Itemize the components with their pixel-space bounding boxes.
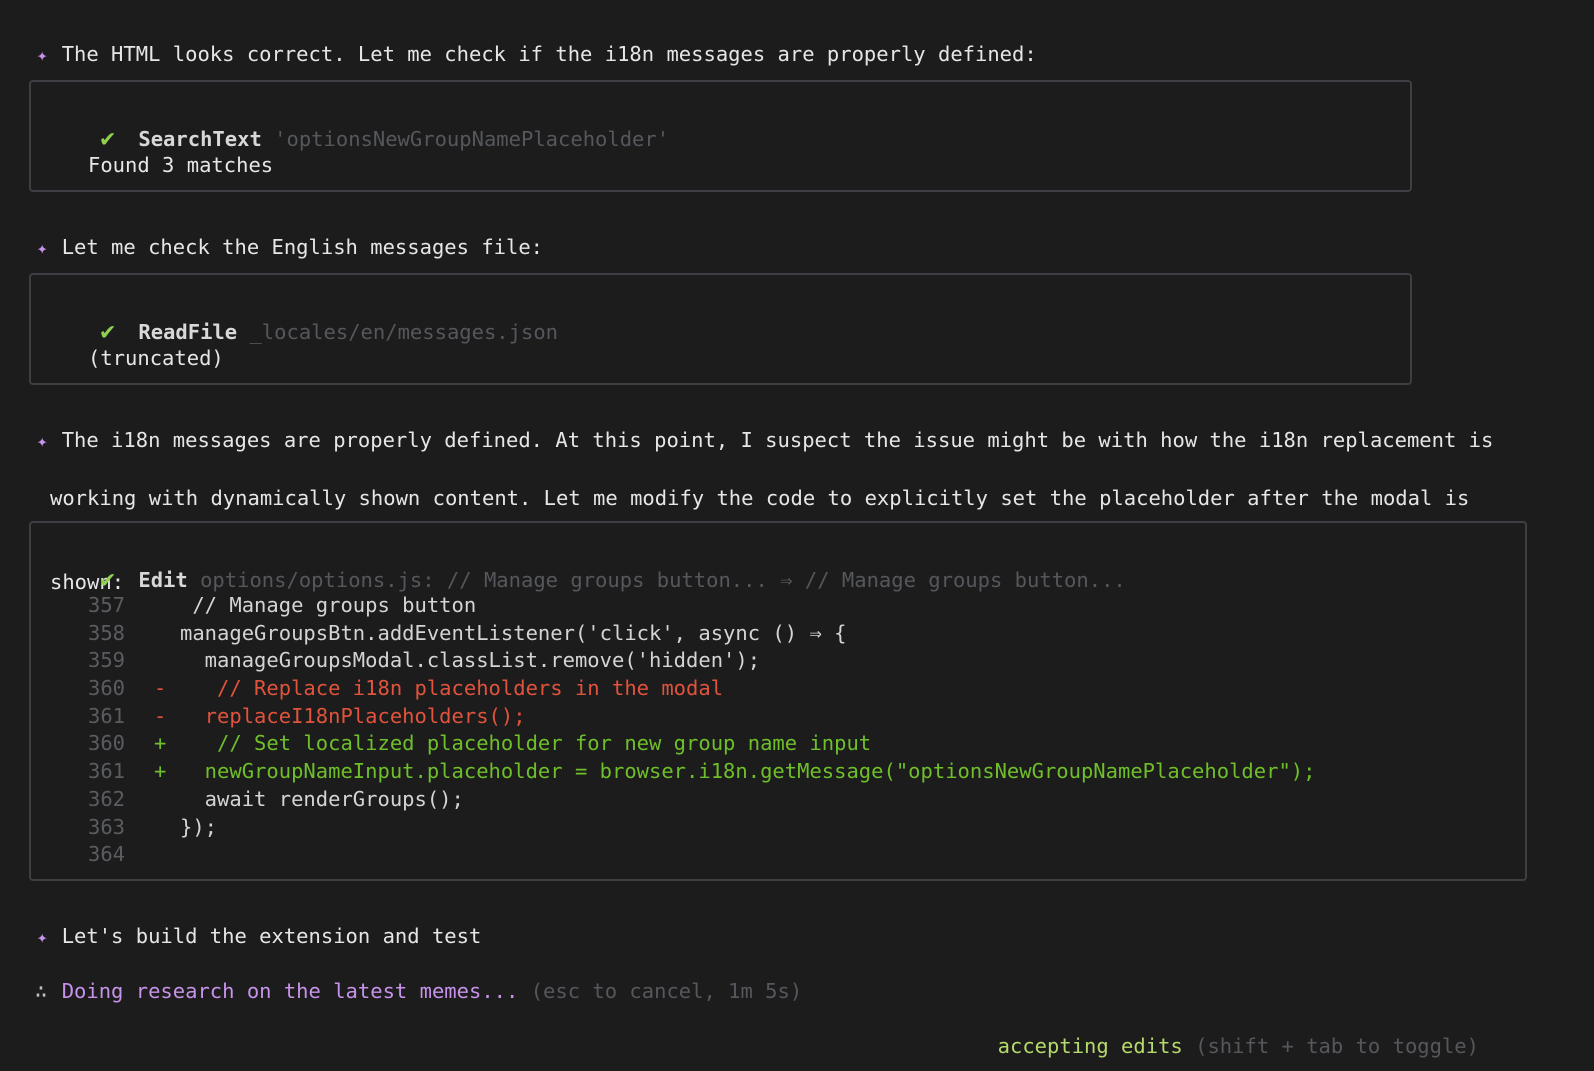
diff-marker: - xyxy=(154,703,167,728)
line-number: 361 xyxy=(88,759,126,784)
diff-line: 364 xyxy=(88,841,1315,869)
assistant-message: ✦ The HTML looks correct. Let me check if… xyxy=(12,12,1572,70)
message-text: The HTML looks correct. Let me check if … xyxy=(61,42,1037,66)
message-text-line: The i18n messages are properly defined. … xyxy=(61,428,1494,452)
diff-marker: + xyxy=(154,731,167,756)
status-hint: (esc to cancel, 1m 5s) xyxy=(530,979,803,1003)
line-number: 361 xyxy=(88,703,126,728)
tool-argument: _locales/en/messages.json xyxy=(249,320,559,344)
diff-line: 360 + // Set localized placeholder for ne… xyxy=(88,730,1315,758)
sparkle-icon: ✦ xyxy=(36,431,48,452)
status-activity: Doing research on the latest memes... xyxy=(61,979,519,1003)
mode-hint: (shift + tab to toggle) xyxy=(1195,1034,1479,1058)
check-icon: ✔ xyxy=(100,317,115,345)
sparkle-icon: ✦ xyxy=(36,238,48,259)
line-number: 363 xyxy=(88,814,126,839)
diff-line: 361 - replaceI18nPlaceholders(); xyxy=(88,703,1315,731)
code-text: newGroupNameInput.placeholder = browser.… xyxy=(180,759,1316,784)
code-text: }); xyxy=(180,814,218,839)
code-text: await renderGroups(); xyxy=(180,786,464,811)
line-number: 357 xyxy=(88,593,126,617)
line-number: 360 xyxy=(88,731,126,756)
diff-line: 363}); xyxy=(88,814,1315,842)
diff-line: 361 + newGroupNameInput.placeholder = bro… xyxy=(88,758,1315,786)
tool-argument: 'optionsNewGroupNamePlaceholder' xyxy=(274,127,670,151)
line-number: 362 xyxy=(88,786,126,811)
assistant-message: ✦ Let me check the English messages file: xyxy=(12,205,1572,263)
mode-label: accepting edits xyxy=(997,1034,1183,1058)
tool-argument: options/options.js: // Manage groups but… xyxy=(200,568,1126,592)
line-number: 358 xyxy=(88,620,126,645)
message-text-line: working with dynamically shown content. … xyxy=(50,486,1470,510)
code-text: manageGroupsBtn.addEventListener('click'… xyxy=(180,620,847,645)
diff-marker: - xyxy=(154,676,167,701)
message-text: Let me check the English messages file: xyxy=(61,235,544,259)
tool-name: ReadFile xyxy=(138,320,238,344)
sparkle-icon: ✦ xyxy=(36,927,48,948)
code-text: // Manage groups button xyxy=(180,593,477,617)
check-icon: ✔ xyxy=(100,565,115,593)
assistant-message: ✦ Let's build the extension and test xyxy=(12,894,1572,952)
diff-line: 357 // Manage groups button xyxy=(88,592,1315,620)
diff-line: 362 await renderGroups(); xyxy=(88,786,1315,814)
diff-marker: + xyxy=(154,759,167,784)
diff-line: 359 manageGroupsModal.classList.remove('… xyxy=(88,647,1315,675)
tool-name: Edit xyxy=(138,568,188,592)
tool-result: Found 3 matches xyxy=(88,153,274,177)
tool-call-read-file: ✔ ReadFile _locales/en/messages.json (tru… xyxy=(29,273,1412,385)
mode-indicator[interactable]: accepting edits (shift + tab to toggle) xyxy=(973,1004,1479,1060)
diff-view: 357 // Manage groups button 358 manageGrou… xyxy=(88,592,1315,869)
tool-name: SearchText xyxy=(138,127,262,151)
line-number: 360 xyxy=(88,676,126,701)
spinner-icon: ∴ xyxy=(34,979,48,1003)
tool-call-edit: ✔ Edit options/options.js: // Manage grou… xyxy=(29,521,1527,881)
sparkle-icon: ✦ xyxy=(36,45,48,66)
tool-call-search-text: ✔ SearchText 'optionsNewGroupNamePlacehol… xyxy=(29,80,1412,192)
code-text: replaceI18nPlaceholders(); xyxy=(180,703,526,728)
line-number: 359 xyxy=(88,648,126,673)
line-number: 364 xyxy=(88,842,126,867)
tool-result: (truncated) xyxy=(88,346,224,370)
check-icon: ✔ xyxy=(100,124,115,152)
code-text: manageGroupsModal.classList.remove('hidd… xyxy=(180,648,761,673)
status-line: ∴ Doing research on the latest memes... (… xyxy=(10,949,803,1005)
code-text: // Replace i18n placeholders in the moda… xyxy=(180,676,724,701)
diff-line: 358 manageGroupsBtn.addEventListener('cli… xyxy=(88,620,1315,648)
code-text: // Set localized placeholder for new gro… xyxy=(180,731,872,756)
diff-line: 360 - // Replace i18n placeholders in the… xyxy=(88,675,1315,703)
message-text: Let's build the extension and test xyxy=(61,924,482,948)
